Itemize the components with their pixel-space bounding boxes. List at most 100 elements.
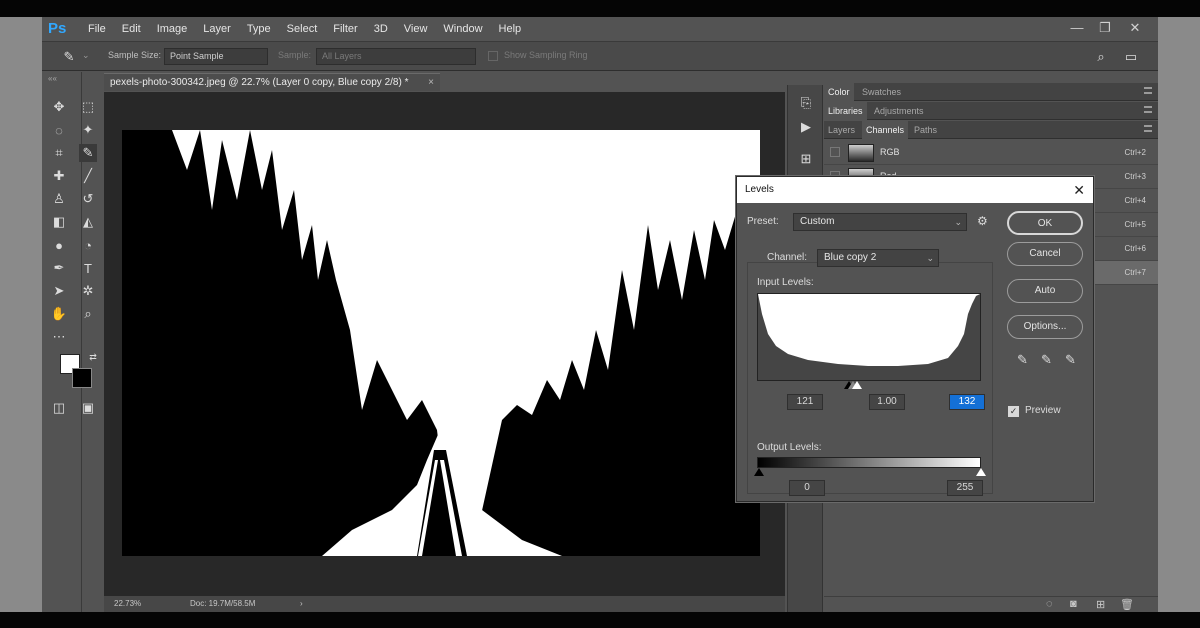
panel-menu-icon[interactable] <box>1144 125 1152 132</box>
dodge-tool-icon[interactable]: ◔ <box>79 236 97 254</box>
menu-filter[interactable]: Filter <box>325 17 365 41</box>
menu-window[interactable]: Window <box>435 17 490 41</box>
marquee-tool-icon[interactable]: ⬚ <box>79 98 97 116</box>
type-tool-icon[interactable]: T <box>79 259 97 277</box>
menu-select[interactable]: Select <box>279 17 326 41</box>
swap-colors-icon[interactable]: ⇄ <box>84 348 102 366</box>
tab-swatches[interactable]: Swatches <box>858 83 905 101</box>
collapse-panel-icon[interactable]: «« <box>48 74 57 83</box>
blur-tool-icon[interactable]: ● <box>50 236 68 254</box>
letterbox-bottom <box>0 612 1200 628</box>
workspace-icon[interactable]: ▭ <box>1122 48 1140 66</box>
path-selection-tool-icon[interactable]: ➤ <box>50 282 68 300</box>
close-document-icon[interactable]: × <box>428 74 434 91</box>
status-menu-arrow[interactable]: › <box>300 596 303 612</box>
options-bar: ✎ ⌄ Sample Size: Point Sample Sample: Al… <box>42 41 1158 71</box>
brush-tool-icon[interactable]: ╱ <box>79 167 97 185</box>
healing-brush-tool-icon[interactable]: ✚ <box>50 167 68 185</box>
panel-menu-icon[interactable] <box>1144 87 1152 94</box>
shape-tool-icon[interactable]: ✲ <box>79 282 97 300</box>
document-image <box>122 130 760 556</box>
history-panel-icon[interactable]: ⎘ <box>797 95 815 113</box>
white-point-eyedropper-icon[interactable]: ✎ <box>1065 352 1076 368</box>
restore-button[interactable]: ❐ <box>1092 17 1118 41</box>
menu-view[interactable]: View <box>396 17 436 41</box>
background-color-swatch[interactable] <box>72 368 92 388</box>
tab-layers[interactable]: Layers <box>824 121 859 139</box>
show-sampling-ring-checkbox[interactable] <box>488 51 498 61</box>
preset-select[interactable]: Custom ⌄ <box>793 213 967 231</box>
black-point-eyedropper-icon[interactable]: ✎ <box>1017 352 1028 368</box>
zoom-tool-icon[interactable]: ⌕ <box>79 305 97 323</box>
menu-help[interactable]: Help <box>491 17 530 41</box>
move-tool-icon[interactable]: ✥ <box>50 98 68 116</box>
lasso-tool-icon[interactable]: ◌ <box>50 121 68 139</box>
preset-label: Preset: <box>747 216 779 227</box>
tab-paths[interactable]: Paths <box>910 121 941 139</box>
save-selection-icon[interactable]: ◙ <box>1070 598 1077 610</box>
menu-edit[interactable]: Edit <box>114 17 149 41</box>
properties-panel-icon[interactable]: ⊞ <box>797 151 815 169</box>
close-window-button[interactable]: ✕ <box>1122 17 1148 41</box>
paint-bucket-tool-icon[interactable]: ◭ <box>79 213 97 231</box>
eraser-tool-icon[interactable]: ◧ <box>50 213 68 231</box>
close-dialog-icon[interactable]: ✕ <box>1073 177 1085 203</box>
delete-channel-icon[interactable]: 🗑 <box>1120 598 1134 611</box>
histogram-graph <box>758 294 980 380</box>
tab-channels[interactable]: Channels <box>862 121 909 139</box>
tab-color[interactable]: Color <box>824 83 854 101</box>
tab-adjustments[interactable]: Adjustments <box>870 102 928 120</box>
menu-type[interactable]: Type <box>239 17 279 41</box>
sample-size-select[interactable]: Point Sample <box>164 48 268 65</box>
gray-point-eyedropper-icon[interactable]: ✎ <box>1041 352 1052 368</box>
cancel-button[interactable]: Cancel <box>1007 242 1083 266</box>
eyedropper-tool-icon[interactable]: ✎ <box>60 48 78 66</box>
eyedropper-tool-icon[interactable]: ✎ <box>79 144 97 162</box>
tool-preset-chevron-icon[interactable]: ⌄ <box>82 50 90 61</box>
document-tab-title: pexels-photo-300342.jpeg @ 22.7% (Layer … <box>110 77 409 88</box>
quick-mask-icon[interactable]: ◫ <box>50 399 68 417</box>
input-white-slider[interactable] <box>852 381 862 389</box>
auto-button[interactable]: Auto <box>1007 279 1083 303</box>
document-tab[interactable]: pexels-photo-300342.jpeg @ 22.7% (Layer … <box>104 73 440 91</box>
hand-tool-icon[interactable]: ✋ <box>50 305 68 323</box>
output-white-field[interactable]: 255 <box>947 480 983 496</box>
channel-name: RGB <box>880 147 900 157</box>
sample-select[interactable]: All Layers <box>316 48 476 65</box>
ok-button[interactable]: OK <box>1007 211 1083 235</box>
input-white-field[interactable]: 132 <box>949 394 985 410</box>
zoom-level[interactable]: 22.73% <box>114 596 141 612</box>
tab-libraries[interactable]: Libraries <box>824 102 867 120</box>
load-selection-icon[interactable]: ◌ <box>1046 598 1053 610</box>
menu-file[interactable]: File <box>80 17 114 41</box>
canvas-area[interactable] <box>104 92 785 596</box>
more-tools-icon[interactable]: ⋯ <box>50 328 68 346</box>
menu-image[interactable]: Image <box>149 17 196 41</box>
crop-tool-icon[interactable]: ⌗ <box>50 144 68 162</box>
options-button[interactable]: Options... <box>1007 315 1083 339</box>
levels-title-bar[interactable]: Levels ✕ <box>737 177 1093 203</box>
visibility-toggle-icon[interactable] <box>830 147 840 157</box>
pen-tool-icon[interactable]: ✒ <box>50 259 68 277</box>
output-white-slider[interactable] <box>976 468 986 476</box>
menu-layer[interactable]: Layer <box>195 17 239 41</box>
search-icon[interactable]: ⌕ <box>1092 48 1110 66</box>
channel-select[interactable]: Blue copy 2 ⌄ <box>817 249 939 267</box>
menu-3d[interactable]: 3D <box>366 17 396 41</box>
new-channel-icon[interactable]: ⊞ <box>1096 598 1105 611</box>
output-black-slider[interactable] <box>754 468 764 476</box>
minimize-button[interactable]: — <box>1064 17 1090 41</box>
history-brush-tool-icon[interactable]: ↺ <box>79 190 97 208</box>
input-black-field[interactable]: 121 <box>787 394 823 410</box>
preview-checkbox[interactable]: ✓ <box>1008 406 1019 417</box>
actions-panel-icon[interactable]: ▶ <box>797 119 815 137</box>
clone-stamp-tool-icon[interactable]: ♙ <box>50 190 68 208</box>
panel-menu-icon[interactable] <box>1144 106 1152 113</box>
magic-wand-tool-icon[interactable]: ✦ <box>79 121 97 139</box>
preset-gear-icon[interactable]: ⚙ <box>977 214 988 228</box>
output-black-field[interactable]: 0 <box>789 480 825 496</box>
menu-bar: Ps File Edit Image Layer Type Select Fil… <box>42 17 1158 41</box>
input-gamma-field[interactable]: 1.00 <box>869 394 905 410</box>
channel-row[interactable]: RGB Ctrl+2 <box>824 141 1158 165</box>
screen-mode-icon[interactable]: ▣ <box>79 399 97 417</box>
